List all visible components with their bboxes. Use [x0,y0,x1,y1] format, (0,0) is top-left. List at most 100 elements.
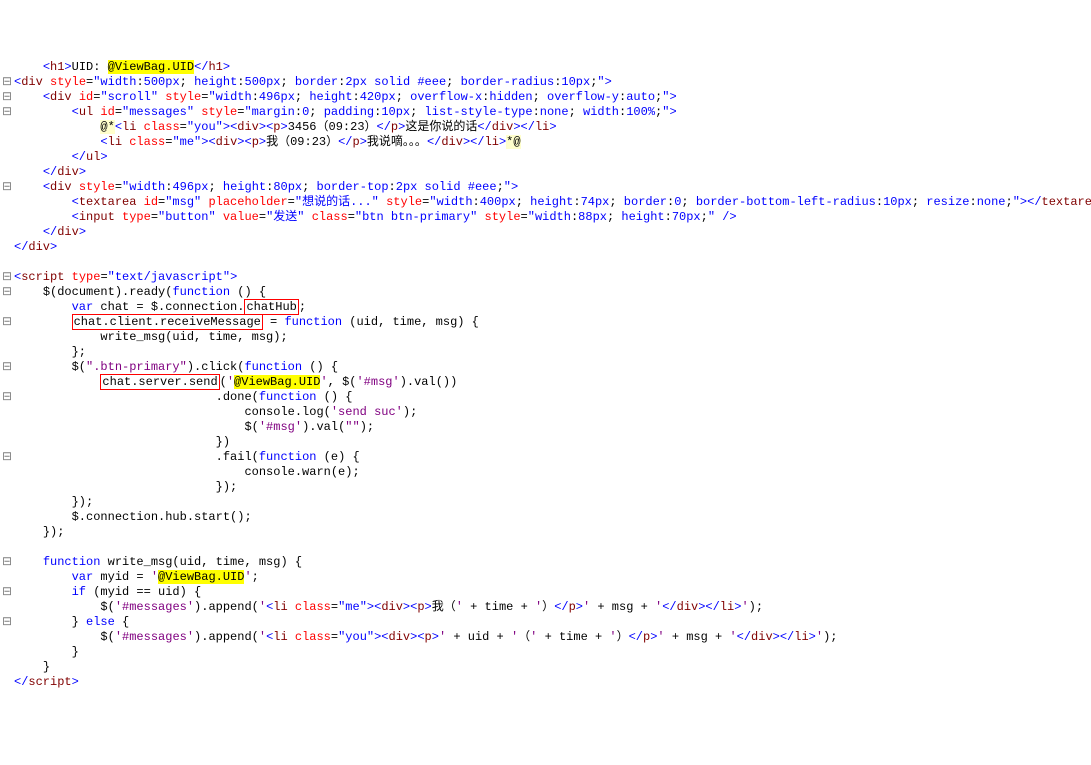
fold-gutter-icon [0,150,14,165]
code-line: ⊟ <ul id="messages" style="margin:0; pad… [0,105,1091,120]
code-text: function write_msg(uid, time, msg) { [14,555,302,569]
fold-gutter-icon [0,570,14,585]
code-line: var myid = '@ViewBag.UID'; [0,570,1091,585]
code-text: </ul> [14,150,108,164]
fold-gutter-icon [0,420,14,435]
code-line: @*<li class="you"><div><p>3456（09:23）</p… [0,120,1091,135]
code-line: ⊟ $(document).ready(function () { [0,285,1091,300]
code-line: </div> [0,240,1091,255]
fold-gutter-icon[interactable]: ⊟ [0,555,14,570]
code-text: <input type="button" value="发送" class="b… [14,210,737,224]
fold-gutter-icon [0,405,14,420]
code-line: console.log('send suc'); [0,405,1091,420]
fold-gutter-icon [0,195,14,210]
code-text: console.log('send suc'); [14,405,417,419]
code-text: $(document).ready(function () { [14,285,266,299]
fold-gutter-icon[interactable]: ⊟ [0,390,14,405]
fold-gutter-icon [0,165,14,180]
fold-gutter-icon [0,135,14,150]
code-line: ⊟ <div style="width:496px; height:80px; … [0,180,1091,195]
code-line: }) [0,435,1091,450]
fold-gutter-icon[interactable]: ⊟ [0,285,14,300]
code-line: <input type="button" value="发送" class="b… [0,210,1091,225]
code-text: }); [14,525,64,539]
fold-gutter-icon[interactable]: ⊟ [0,75,14,90]
code-text: <ul id="messages" style="margin:0; paddi… [14,105,677,119]
code-line: }; [0,345,1091,360]
code-text: }); [14,495,93,509]
code-text: console.warn(e); [14,465,360,479]
fold-gutter-icon[interactable]: ⊟ [0,180,14,195]
code-text: .fail(function (e) { [14,450,360,464]
code-text: <li class="me"><div><p>我（09:23）</p>我说嘀。。… [14,135,521,149]
code-line: <h1>UID: @ViewBag.UID</h1> [0,60,1091,75]
code-text: } [14,660,50,674]
fold-gutter-icon [0,630,14,645]
fold-gutter-icon [0,435,14,450]
code-line [0,255,1091,270]
code-text: </div> [14,240,57,254]
code-text: </script> [14,675,79,689]
fold-gutter-icon [0,525,14,540]
fold-gutter-icon [0,225,14,240]
code-line: }); [0,525,1091,540]
fold-gutter-icon[interactable]: ⊟ [0,360,14,375]
code-line: <textarea id="msg" placeholder="想说的话..."… [0,195,1091,210]
code-text: </div> [14,225,86,239]
code-line: ⊟ function write_msg(uid, time, msg) { [0,555,1091,570]
fold-gutter-icon [0,495,14,510]
fold-gutter-icon[interactable]: ⊟ [0,585,14,600]
code-line: console.warn(e); [0,465,1091,480]
code-text: }); [14,480,237,494]
fold-gutter-icon [0,480,14,495]
code-text: <div style="width:496px; height:80px; bo… [14,180,518,194]
fold-gutter-icon[interactable]: ⊟ [0,105,14,120]
fold-gutter-icon [0,240,14,255]
code-line: } [0,645,1091,660]
fold-gutter-icon[interactable]: ⊟ [0,450,14,465]
code-line: ⊟ $(".btn-primary").click(function () { [0,360,1091,375]
code-line: </ul> [0,150,1091,165]
code-line: chat.server.send('@ViewBag.UID', $('#msg… [0,375,1091,390]
fold-gutter-icon [0,540,14,555]
fold-gutter-icon [0,645,14,660]
fold-gutter-icon [0,210,14,225]
fold-gutter-icon[interactable]: ⊟ [0,315,14,330]
fold-gutter-icon [0,465,14,480]
fold-gutter-icon[interactable]: ⊟ [0,615,14,630]
code-line: var chat = $.connection.chatHub; [0,300,1091,315]
code-text: </div> [14,165,86,179]
code-line: } [0,660,1091,675]
fold-gutter-icon [0,120,14,135]
code-text: .done(function () { [14,390,352,404]
code-line: ⊟ } else { [0,615,1091,630]
code-text: <div style="width:500px; height:500px; b… [14,75,612,89]
code-text: $(".btn-primary").click(function () { [14,360,338,374]
fold-gutter-icon [0,255,14,270]
fold-gutter-icon [0,600,14,615]
code-text: <div id="scroll" style="width:496px; hei… [14,90,677,104]
code-line: $('#messages').append('<li class="me"><d… [0,600,1091,615]
code-line: }); [0,495,1091,510]
code-line: ⊟ chat.client.receiveMessage = function … [0,315,1091,330]
code-text: if (myid == uid) { [14,585,201,599]
code-text: $('#msg').val(""); [14,420,374,434]
code-line: </div> [0,225,1091,240]
code-line: ⊟ if (myid == uid) { [0,585,1091,600]
fold-gutter-icon[interactable]: ⊟ [0,270,14,285]
code-line: <li class="me"><div><p>我（09:23）</p>我说嘀。。… [0,135,1091,150]
code-text: $('#messages').append('<li class="me"><d… [14,600,763,614]
code-line: write_msg(uid, time, msg); [0,330,1091,345]
code-text: <h1>UID: @ViewBag.UID</h1> [14,60,230,74]
code-text: write_msg(uid, time, msg); [14,330,288,344]
code-line: }); [0,480,1091,495]
code-text: var myid = '@ViewBag.UID'; [14,570,259,584]
fold-gutter-icon[interactable]: ⊟ [0,90,14,105]
code-text: } [14,645,79,659]
fold-gutter-icon [0,375,14,390]
code-text: } else { [14,615,129,629]
code-text: chat.server.send('@ViewBag.UID', $('#msg… [14,374,457,390]
code-line: </div> [0,165,1091,180]
code-text: $.connection.hub.start(); [14,510,252,524]
code-text: @*<li class="you"><div><p>3456（09:23）</p… [14,120,557,134]
